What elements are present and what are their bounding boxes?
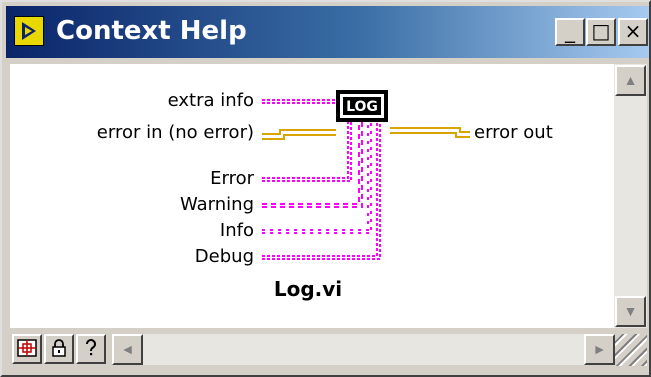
log-vi-icon: LOG bbox=[336, 90, 388, 122]
wire-extra-info bbox=[262, 99, 336, 104]
help-content-pane: extra info error in (no error) Error War… bbox=[10, 64, 614, 328]
scroll-down-button[interactable]: ▼ bbox=[615, 296, 646, 327]
resize-grip[interactable] bbox=[615, 334, 647, 366]
arrow-right-icon: ► bbox=[592, 341, 607, 357]
labview-app-icon bbox=[14, 16, 44, 46]
question-mark-icon bbox=[86, 339, 96, 356]
horizontal-scrollbar[interactable]: ◄ ► bbox=[112, 334, 615, 365]
arrow-left-icon: ◄ bbox=[120, 341, 135, 357]
terminal-label-debug: Debug bbox=[195, 246, 254, 267]
terminal-label-info: Info bbox=[220, 220, 254, 241]
wire-error-in bbox=[262, 129, 336, 140]
terminal-label-error-out: error out bbox=[474, 122, 553, 143]
maximize-button[interactable]: □ bbox=[586, 18, 616, 46]
vertical-scrollbar[interactable]: ▲ ▼ bbox=[614, 64, 647, 328]
help-toolbar: ◄ ► bbox=[10, 330, 647, 371]
scroll-up-button[interactable]: ▲ bbox=[615, 65, 646, 96]
connector-pane-diagram: extra info error in (no error) Error War… bbox=[97, 90, 553, 301]
maximize-icon: □ bbox=[591, 19, 611, 43]
window-title: Context Help bbox=[56, 16, 247, 46]
show-optional-terminals-button[interactable] bbox=[12, 334, 42, 364]
context-help-window: Context Help _ □ × extra info error in (… bbox=[0, 0, 651, 377]
lock-context-help-button[interactable] bbox=[44, 334, 74, 364]
scroll-left-button[interactable]: ◄ bbox=[112, 334, 143, 365]
arrow-up-icon: ▲ bbox=[623, 72, 638, 88]
lock-icon bbox=[52, 339, 66, 357]
minimize-button[interactable]: _ bbox=[555, 18, 585, 46]
terminal-label-warning: Warning bbox=[180, 194, 254, 215]
detailed-help-button[interactable] bbox=[76, 334, 106, 364]
terminal-label-extra-info: extra info bbox=[168, 90, 254, 111]
terminal-label-error-in: error in (no error) bbox=[97, 122, 254, 143]
minimize-icon: _ bbox=[565, 19, 575, 43]
wire-error-out bbox=[390, 127, 470, 138]
title-bar[interactable]: Context Help _ □ × bbox=[6, 6, 649, 58]
scroll-right-button[interactable]: ► bbox=[584, 334, 615, 365]
log-icon-text: LOG bbox=[346, 99, 378, 115]
vi-name: Log.vi bbox=[274, 277, 342, 301]
close-icon: × bbox=[624, 19, 642, 43]
close-button[interactable]: × bbox=[618, 18, 648, 46]
terminal-label-error: Error bbox=[210, 168, 254, 189]
arrow-down-icon: ▼ bbox=[623, 303, 638, 319]
connector-pane-icon bbox=[17, 339, 37, 357]
